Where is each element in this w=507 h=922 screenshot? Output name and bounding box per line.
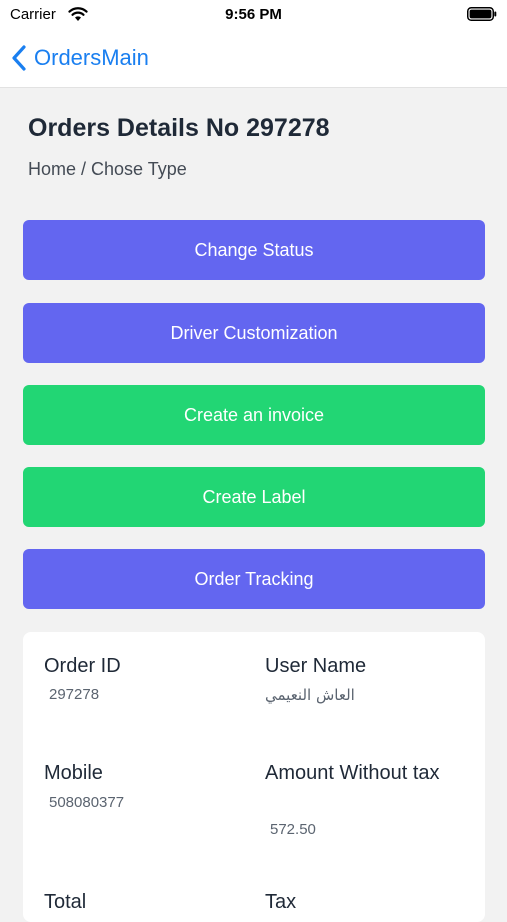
amount-without-tax-label: Amount Without tax: [265, 762, 440, 784]
breadcrumb: Home / Chose Type: [28, 159, 187, 179]
amount-without-tax-value: 572.50: [270, 821, 316, 838]
status-bar: Carrier 9:56 PM: [0, 0, 507, 30]
mobile-label: Mobile: [44, 762, 103, 784]
create-label-button[interactable]: Create Label: [23, 467, 485, 527]
mobile-value: 508080377: [49, 794, 125, 811]
order-tracking-button[interactable]: Order Tracking: [23, 549, 485, 609]
battery-icon: [467, 7, 497, 21]
order-id-label: Order ID: [44, 655, 121, 677]
user-name-value: العاش النعيمي: [265, 686, 355, 704]
user-name-label: User Name: [265, 655, 367, 677]
change-status-button[interactable]: Change Status: [23, 220, 485, 280]
order-details-card: Order ID 297278 User Name العاش النعيمي …: [23, 632, 485, 922]
create-invoice-button[interactable]: Create an invoice: [23, 385, 485, 445]
order-id-value: 297278: [49, 686, 100, 703]
tax-label: Tax: [265, 891, 297, 913]
back-button-label: OrdersMain: [34, 45, 149, 70]
clock: 9:56 PM: [225, 6, 282, 23]
page-title: Orders Details No 297278: [28, 114, 330, 142]
chevron-left-icon: [12, 45, 26, 71]
driver-customization-button[interactable]: Driver Customization: [23, 303, 485, 363]
back-button[interactable]: OrdersMain: [10, 40, 149, 76]
navigation-bar: OrdersMain: [0, 30, 507, 88]
total-label: Total: [44, 891, 87, 913]
